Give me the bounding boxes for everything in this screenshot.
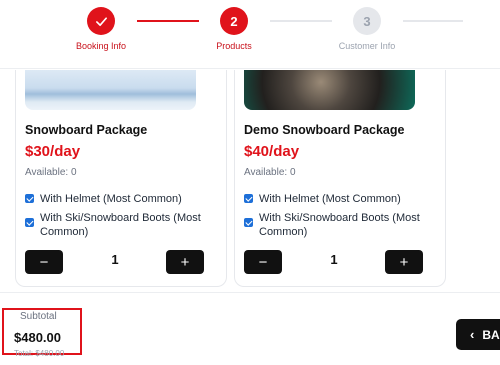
product-card-demo-snowboard-package: Demo Snowboard Package $40/day Available…: [234, 70, 446, 287]
subtotal-amount: $480.00: [14, 330, 61, 345]
option-label: With Ski/Snowboard Boots (Most Common): [40, 212, 201, 238]
progress-stepper: Booking Info 2 Products 3 Customer Info: [0, 0, 500, 64]
option-helmet[interactable]: With Helmet (Most Common): [25, 192, 215, 206]
chevron-left-icon: ‹: [470, 327, 475, 342]
product-availability: Available: 0: [25, 167, 77, 178]
product-availability: Available: 0: [244, 167, 296, 178]
decrease-quantity-button[interactable]: −: [25, 250, 63, 274]
step-2-label: Products: [216, 41, 252, 51]
product-title: Demo Snowboard Package: [244, 123, 405, 137]
step-3-label: Customer Info: [338, 41, 396, 51]
decrease-quantity-button[interactable]: −: [244, 250, 282, 274]
option-label: With Helmet (Most Common): [40, 193, 182, 205]
option-label: With Helmet (Most Common): [259, 193, 401, 205]
increase-quantity-button[interactable]: +: [385, 250, 423, 274]
helmet-checkbox[interactable]: [25, 194, 34, 203]
boots-checkbox[interactable]: [25, 218, 34, 227]
option-helmet[interactable]: With Helmet (Most Common): [244, 192, 434, 206]
product-price: $30/day: [25, 143, 81, 160]
step-1-check-icon[interactable]: [87, 7, 115, 35]
back-button[interactable]: ‹ BA: [456, 319, 500, 350]
step-connector-2: [270, 20, 332, 22]
stepper-divider: [0, 68, 500, 69]
step-connector-1: [137, 20, 199, 22]
check-icon: [95, 16, 107, 26]
total-text: Total: $480.00: [14, 349, 65, 358]
subtotal-label: Subtotal: [20, 311, 57, 322]
option-boots[interactable]: With Ski/Snowboard Boots (Most Common): [244, 211, 434, 239]
step-3-number[interactable]: 3: [353, 7, 381, 35]
product-price: $40/day: [244, 143, 300, 160]
product-card-snowboard-package: Snowboard Package $30/day Available: 0 W…: [15, 70, 227, 287]
helmet-checkbox[interactable]: [244, 194, 253, 203]
product-image: [244, 70, 415, 110]
product-image: [25, 70, 196, 110]
option-label: With Ski/Snowboard Boots (Most Common): [259, 212, 420, 238]
back-button-label: BA: [482, 327, 500, 342]
quantity-value: 1: [330, 252, 338, 267]
step-connector-3: [403, 20, 463, 22]
option-boots[interactable]: With Ski/Snowboard Boots (Most Common): [25, 211, 215, 239]
boots-checkbox[interactable]: [244, 218, 253, 227]
quantity-value: 1: [111, 252, 119, 267]
step-1-label: Booking Info: [75, 41, 127, 51]
product-title: Snowboard Package: [25, 123, 148, 137]
footer-divider: [0, 292, 500, 293]
step-2-number[interactable]: 2: [220, 7, 248, 35]
increase-quantity-button[interactable]: +: [166, 250, 204, 274]
